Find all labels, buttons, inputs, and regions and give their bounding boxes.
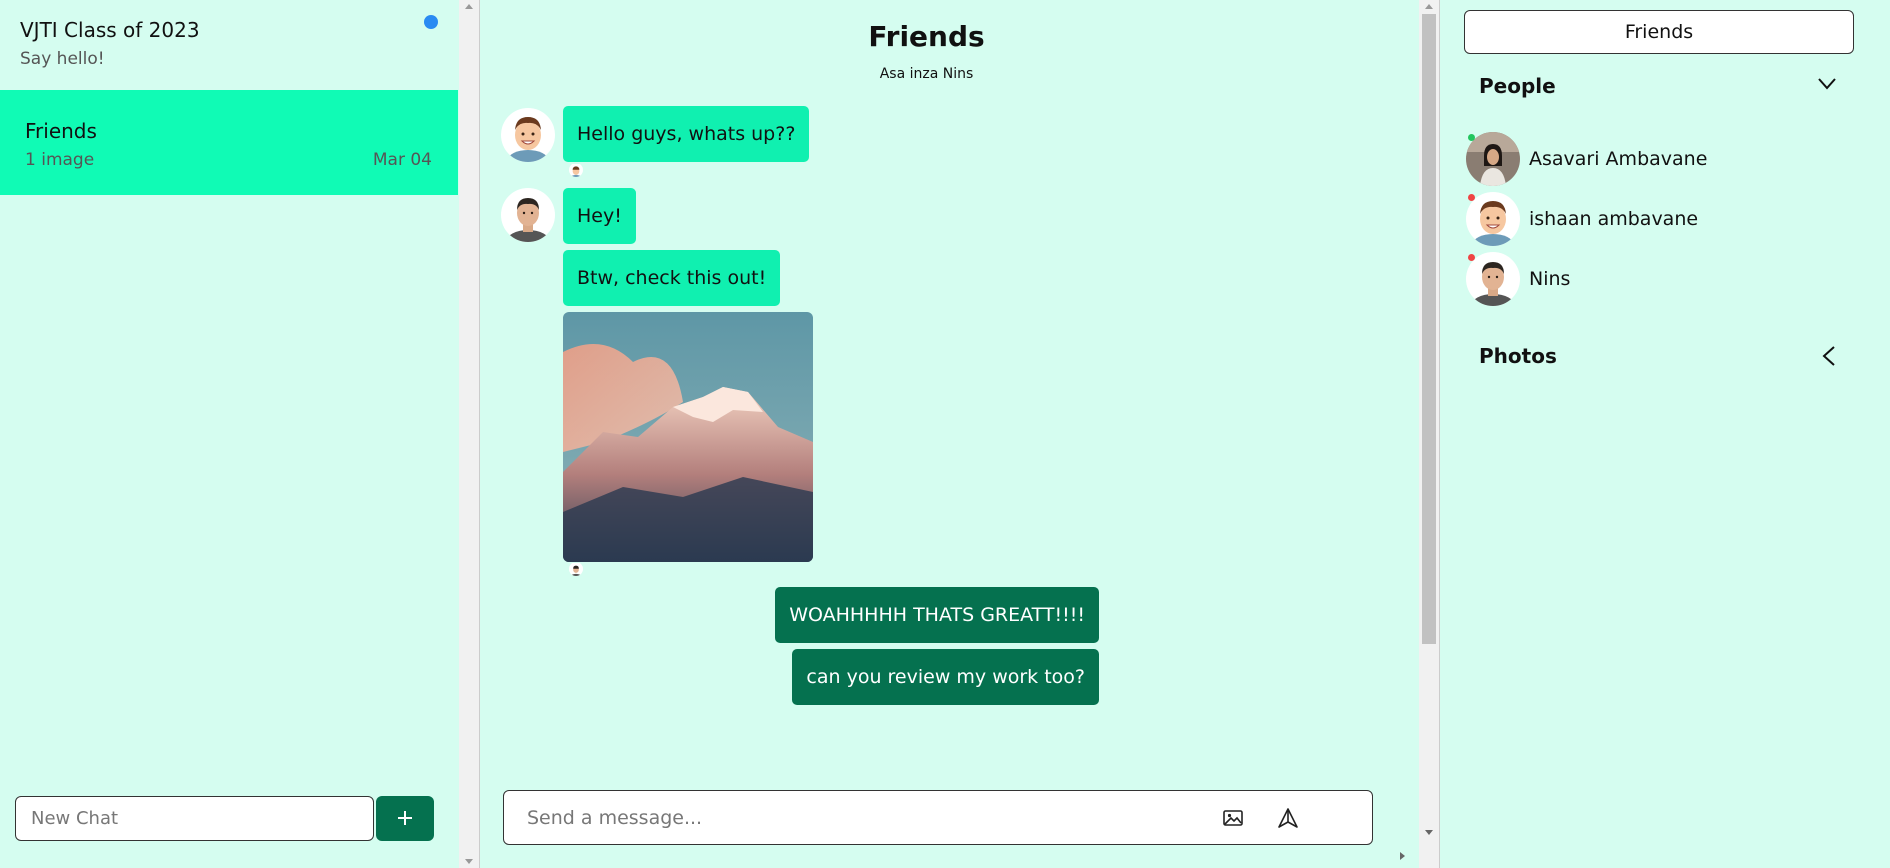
person-name: Asavari Ambavane bbox=[1529, 148, 1708, 170]
chat-list-item-title: VJTI Class of 2023 bbox=[20, 18, 200, 42]
message-bubble-incoming: Hello guys, whats up?? bbox=[563, 106, 810, 162]
avatar bbox=[1466, 132, 1520, 186]
person-nins[interactable]: Nins bbox=[1466, 252, 1846, 308]
scroll-up-arrow-icon[interactable] bbox=[1425, 4, 1433, 9]
sender-avatar-ishaan[interactable] bbox=[501, 108, 555, 162]
chat-members: Asa inza Nins bbox=[879, 66, 974, 82]
chat-list-item-date: Mar 04 bbox=[372, 150, 432, 170]
person-name: Nins bbox=[1529, 268, 1571, 290]
chat-list-item-vjti[interactable]: VJTI Class of 2023 Say hello! bbox=[0, 0, 458, 90]
person-ishaan[interactable]: ishaan ambavane bbox=[1466, 192, 1846, 248]
people-section-toggle[interactable]: People bbox=[1440, 70, 1860, 106]
scrollbar-thumb[interactable] bbox=[1422, 14, 1436, 644]
read-receipt-avatar bbox=[569, 163, 583, 177]
message-bubble-incoming: Btw, check this out! bbox=[563, 250, 781, 306]
image-icon[interactable] bbox=[1222, 808, 1244, 828]
message-composer bbox=[503, 790, 1373, 845]
sidebar-scrollbar[interactable] bbox=[459, 0, 479, 868]
chat-details-panel: Friends People Asavari Ambavane ishaan a… bbox=[1440, 0, 1890, 868]
chevron-left-icon bbox=[1822, 346, 1835, 366]
message-bubble-outgoing: can you review my work too? bbox=[792, 649, 1099, 705]
scroll-down-arrow-icon[interactable] bbox=[465, 859, 473, 864]
people-section-label: People bbox=[1479, 74, 1556, 98]
chat-name-tab[interactable]: Friends bbox=[1464, 10, 1854, 54]
scroll-right-arrow-icon[interactable] bbox=[1400, 852, 1405, 860]
person-name: ishaan ambavane bbox=[1529, 208, 1699, 230]
message-input[interactable] bbox=[505, 792, 1205, 843]
chat-feed: Friends Asa inza Nins Hello guys, whats … bbox=[480, 0, 1440, 868]
chevron-down-icon bbox=[1818, 78, 1836, 90]
new-chat-input[interactable] bbox=[15, 796, 374, 841]
read-receipt-avatar bbox=[569, 562, 583, 576]
send-icon[interactable] bbox=[1277, 807, 1299, 829]
chat-list-sidebar: VJTI Class of 2023 Say hello! Friends 1 … bbox=[0, 0, 480, 868]
chat-list-item-subtitle: Say hello! bbox=[20, 49, 105, 69]
offline-status-dot bbox=[1468, 194, 1475, 201]
photos-section-label: Photos bbox=[1479, 344, 1557, 368]
sender-avatar-nins[interactable] bbox=[501, 188, 555, 242]
avatar bbox=[1466, 252, 1520, 306]
chat-scrollbar[interactable] bbox=[1419, 0, 1439, 868]
offline-status-dot bbox=[1468, 254, 1475, 261]
chat-list-item-subtitle: 1 image bbox=[25, 150, 95, 170]
photos-section-toggle[interactable]: Photos bbox=[1440, 340, 1860, 376]
message-bubble-incoming: Hey! bbox=[563, 188, 636, 244]
scroll-down-arrow-icon[interactable] bbox=[1425, 830, 1433, 835]
chat-list-item-friends[interactable]: Friends 1 image Mar 04 bbox=[0, 90, 458, 195]
new-chat-button[interactable] bbox=[376, 796, 434, 841]
message-image-mountain[interactable] bbox=[563, 312, 813, 562]
scroll-up-arrow-icon[interactable] bbox=[465, 4, 473, 9]
online-status-dot bbox=[1468, 134, 1475, 141]
message-bubble-outgoing: WOAHHHHH THATS GREATT!!!! bbox=[775, 587, 1099, 643]
chat-list-item-title: Friends bbox=[25, 119, 97, 143]
unread-indicator bbox=[424, 15, 438, 29]
avatar bbox=[1466, 192, 1520, 246]
chat-title: Friends bbox=[868, 20, 985, 53]
person-asavari[interactable]: Asavari Ambavane bbox=[1466, 132, 1846, 188]
